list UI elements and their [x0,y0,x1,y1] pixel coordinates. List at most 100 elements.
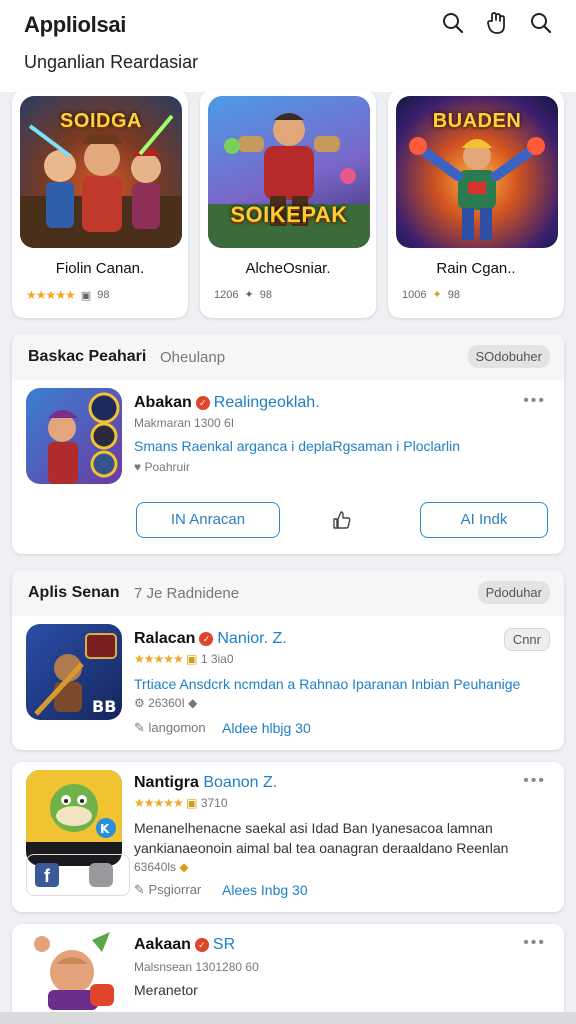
app-card: Aakaan ✓ SR ••• Malsnsean 1301280 60 Meran… [12,924,564,1012]
section-header: Aplis Senan 7 Je Radnidene Pdoduhar [12,570,564,616]
app-name-row: Nantigra Boanon Z. [134,774,277,792]
section-header: Baskac Peahari Oheulanp SOdobuher [12,334,564,380]
app-tag[interactable]: Boanon Z. [203,774,277,791]
app-name: Abakan [134,394,192,411]
add-button[interactable]: AI Indk [420,502,548,538]
app-name-row: Abakan ✓ Realingeoklah. [134,394,320,412]
featured-meta-value: 1006 [402,288,427,301]
app-extra-value: 63640ls [134,860,177,874]
verified-icon: ✓ [195,396,210,410]
footer-left-label: langomon [148,720,206,735]
featured-meta-value-2: 98 [447,288,460,301]
app-name-row: Ralacan ✓ Nanior. Z. [134,630,287,648]
featured-art-title: BUADEN [432,110,522,132]
featured-card[interactable]: SOIDGA Fiolin Canan. ★★★★★ ▣ 98 [12,90,188,318]
thumbs-up-icon[interactable] [332,510,352,535]
rating-badge-icon: ▣ [80,289,92,302]
hand-icon[interactable] [484,10,510,36]
more-options-icon[interactable]: ••• [523,772,546,790]
verified-icon: ✓ [199,632,214,646]
page-subtitle: Unganlian Reardasiar [24,52,199,72]
featured-app-name: Rain Cgan.. [436,260,516,277]
app-name: Nantigra [134,774,199,791]
featured-art-title: SOIDGA [60,110,142,132]
section-card: Baskac Peahari Oheulanp SOdobuher Abakan… [12,334,564,554]
app-description-line-2: yankianaeonoin aimal bal tea oanagran de… [134,840,509,856]
info-icon: ⚙ [134,696,149,710]
section-title: Baskac Peahari [28,348,147,365]
arrow-icon: ◆ [176,860,189,874]
app-publisher: ♥ Poahruir [134,460,190,474]
rating-stars: ★★★★★ [134,652,184,666]
app-stats: Makmaran 1300 6I [134,416,235,430]
featured-meta: 1206 ✦ 98 [214,288,272,302]
app-rating-row: ★★★★★ ▣ 1 3ia0 [134,652,234,666]
rating-badge-icon: ✦ [432,289,442,301]
facebook-icon[interactable]: f [35,863,59,887]
more-options-icon[interactable]: ••• [523,934,546,952]
featured-meta-value: 1206 [214,288,239,301]
featured-meta-value-2: 98 [259,288,272,301]
top-icons [440,10,554,36]
rating-badge-icon: ▣ [186,652,198,666]
rating-count: 3710 [200,796,228,810]
tag-icon: ✎ [134,882,149,897]
featured-art: SOIDGA [20,96,182,248]
top-bar: Appliolsai Unganlian Reardasiar [0,0,576,92]
section-title: Aplis Senan [28,584,120,601]
featured-card[interactable]: SOIKEPAK AlcheOsniar. 1206 ✦ 98 [200,90,376,318]
app-tag[interactable]: SR [213,936,235,953]
app-icon[interactable]: BB [26,624,122,720]
app-icon[interactable]: K [26,770,122,866]
footer-left-label: Psgiorrar [148,882,202,897]
svg-text:BB: BB [92,697,116,716]
verified-icon: ✓ [194,938,209,952]
rating-stars: ★★★★★ [134,796,184,810]
app-extra: ⚙ 26360I ◆ [134,696,197,710]
featured-app-name: AlcheOsniar. [245,260,331,277]
featured-card[interactable]: BUADEN Rain Cgan.. 1006 ✦ 98 [388,90,564,318]
featured-meta: ★★★★★ ▣ 98 [26,288,109,302]
app-card: K f Nantigra Boanon Z. ••• ★★★★★ ▣ 3710 … [12,762,564,912]
bottom-scroll-strip [0,1012,576,1024]
app-tag[interactable]: Realingeoklah. [214,394,320,411]
featured-meta-value: 98 [97,289,110,301]
rating-badge-icon: ✦ [244,289,254,301]
featured-art: SOIKEPAK [208,96,370,248]
app-footer-link[interactable]: Alees Inbg 30 [222,882,308,898]
rating-count: 1 3ia0 [200,652,234,666]
app-description: Smans Raenkal arganca i deplaRgsaman i P… [134,438,461,454]
heart-icon: ♥ [134,460,145,474]
section-filter-pill[interactable]: Pdoduhar [477,581,550,604]
app-description: Meranetor [134,982,198,998]
section-subtitle: Oheulanp [160,349,226,366]
app-description-line-1: Menanelhenacne saekal asi Idad Ban Iyane… [134,820,493,836]
app-extra: 63640ls ◆ [134,860,189,874]
install-button[interactable]: IN Anracan [136,502,280,538]
section-card: Aplis Senan 7 Je Radnidene Pdoduhar BB R… [12,570,564,750]
app-tag[interactable]: Nanior. Z. [217,630,286,647]
app-icon[interactable] [26,388,122,484]
search-icon[interactable] [528,10,554,36]
app-title: Appliolsai [24,12,127,37]
more-options-icon[interactable]: ••• [523,392,546,410]
rating-stars: ★★★★★ [26,288,76,302]
store-icon[interactable] [89,863,113,887]
app-footer-link[interactable]: Aldee hlbjg 30 [222,720,311,736]
app-name-row: Aakaan ✓ SR [134,936,235,954]
app-footer-left: ✎ Psgiorrar [134,882,201,898]
arrow-icon: ◆ [184,696,198,710]
featured-carousel: SOIDGA Fiolin Canan. ★★★★★ ▣ 98 SOIKEPAK… [12,90,564,322]
featured-app-name: Fiolin Canan. [55,260,145,277]
app-footer-left: ✎ langomon [134,720,206,736]
share-box: f [26,854,130,896]
featured-art: BUADEN [396,96,558,248]
app-status-pill[interactable]: Cnnr [503,628,550,651]
tag-icon: ✎ [134,720,149,735]
search-icon[interactable] [440,10,466,36]
app-icon[interactable] [26,930,122,1010]
app-publisher-label: Poahruir [144,460,190,474]
featured-art-title: SOIKEPAK [230,202,348,227]
section-filter-pill[interactable]: SOdobuher [467,345,550,368]
featured-meta: 1006 ✦ 98 [402,288,460,302]
